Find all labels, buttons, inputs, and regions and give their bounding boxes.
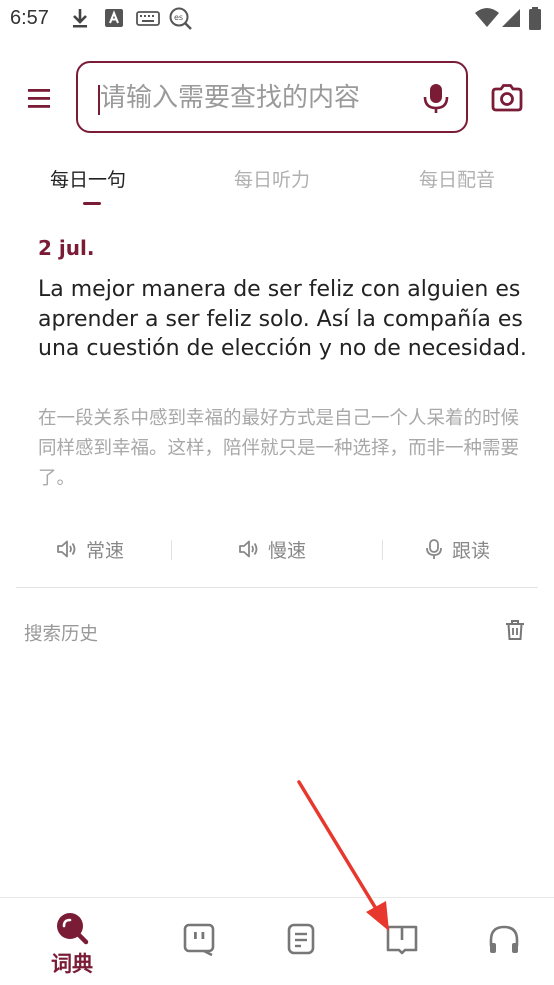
menu-icon[interactable] — [24, 82, 56, 114]
divider — [171, 540, 172, 560]
font-app-icon — [105, 9, 123, 27]
divider — [382, 540, 383, 560]
normal-speed-label: 常速 — [86, 539, 125, 562]
search-input[interactable] — [100, 77, 400, 119]
microphone-icon — [426, 539, 442, 559]
nav-wordbook[interactable] — [356, 898, 446, 985]
daily-sentence-card: 2 jul. La mejor manera de ser feliz con … — [16, 222, 538, 588]
camera-icon[interactable] — [490, 82, 524, 114]
search-box[interactable] — [76, 61, 468, 133]
read-along-button[interactable]: 跟读 — [424, 534, 490, 564]
document-icon — [287, 923, 315, 955]
tab-daily-sentence[interactable]: 每日一句 — [50, 165, 126, 192]
headphones-icon — [489, 925, 519, 953]
chat-bot-icon — [183, 923, 215, 956]
tab-daily-dubbing[interactable]: 每日配音 — [419, 165, 495, 192]
normal-speed-button[interactable]: 常速 — [56, 534, 124, 564]
search-history-title: 搜索历史 — [24, 624, 99, 645]
header — [0, 40, 554, 150]
svg-text:es: es — [174, 13, 183, 22]
daily-tabs: 每日一句 每日听力 每日配音 — [0, 155, 554, 210]
nav-dictionary-label: 词典 — [51, 952, 93, 976]
search-history: 搜索历史 — [0, 610, 554, 670]
slow-speed-button[interactable]: 慢速 — [238, 534, 306, 564]
speaker-icon — [239, 540, 258, 558]
translate-search-icon: es — [169, 7, 192, 30]
sentence-actions: 常速 慢速 跟读 — [16, 534, 538, 564]
bottom-navigation: 词典 — [0, 897, 554, 985]
battery-icon — [529, 7, 541, 30]
status-time: 6:57 — [10, 7, 49, 29]
sentence-date: 2 jul. — [38, 236, 95, 260]
trash-icon[interactable] — [504, 618, 526, 642]
sentence-text[interactable]: La mejor manera de ser feliz con alguien… — [38, 275, 528, 364]
nav-articles[interactable] — [255, 898, 345, 985]
speaker-icon — [57, 540, 76, 558]
voice-input-icon[interactable] — [420, 81, 452, 115]
download-icon — [73, 9, 87, 28]
nav-chat[interactable] — [153, 898, 243, 985]
book-icon — [386, 925, 418, 955]
wifi-icon — [475, 8, 499, 27]
active-tab-indicator — [83, 202, 101, 205]
read-along-label: 跟读 — [452, 539, 491, 562]
status-bar: 6:57 es — [0, 0, 554, 40]
slow-speed-label: 慢速 — [268, 539, 307, 562]
nav-listening[interactable] — [458, 898, 548, 985]
nav-dictionary[interactable]: 词典 — [27, 898, 117, 985]
signal-icon — [502, 9, 520, 27]
sentence-translation: 在一段关系中感到幸福的最好方式是自己一个人呆着的时候同样感到幸福。这样，陪伴就只… — [38, 408, 520, 489]
dictionary-search-icon — [57, 913, 89, 945]
keyboard-icon — [136, 11, 160, 26]
tab-daily-listening[interactable]: 每日听力 — [234, 165, 310, 192]
